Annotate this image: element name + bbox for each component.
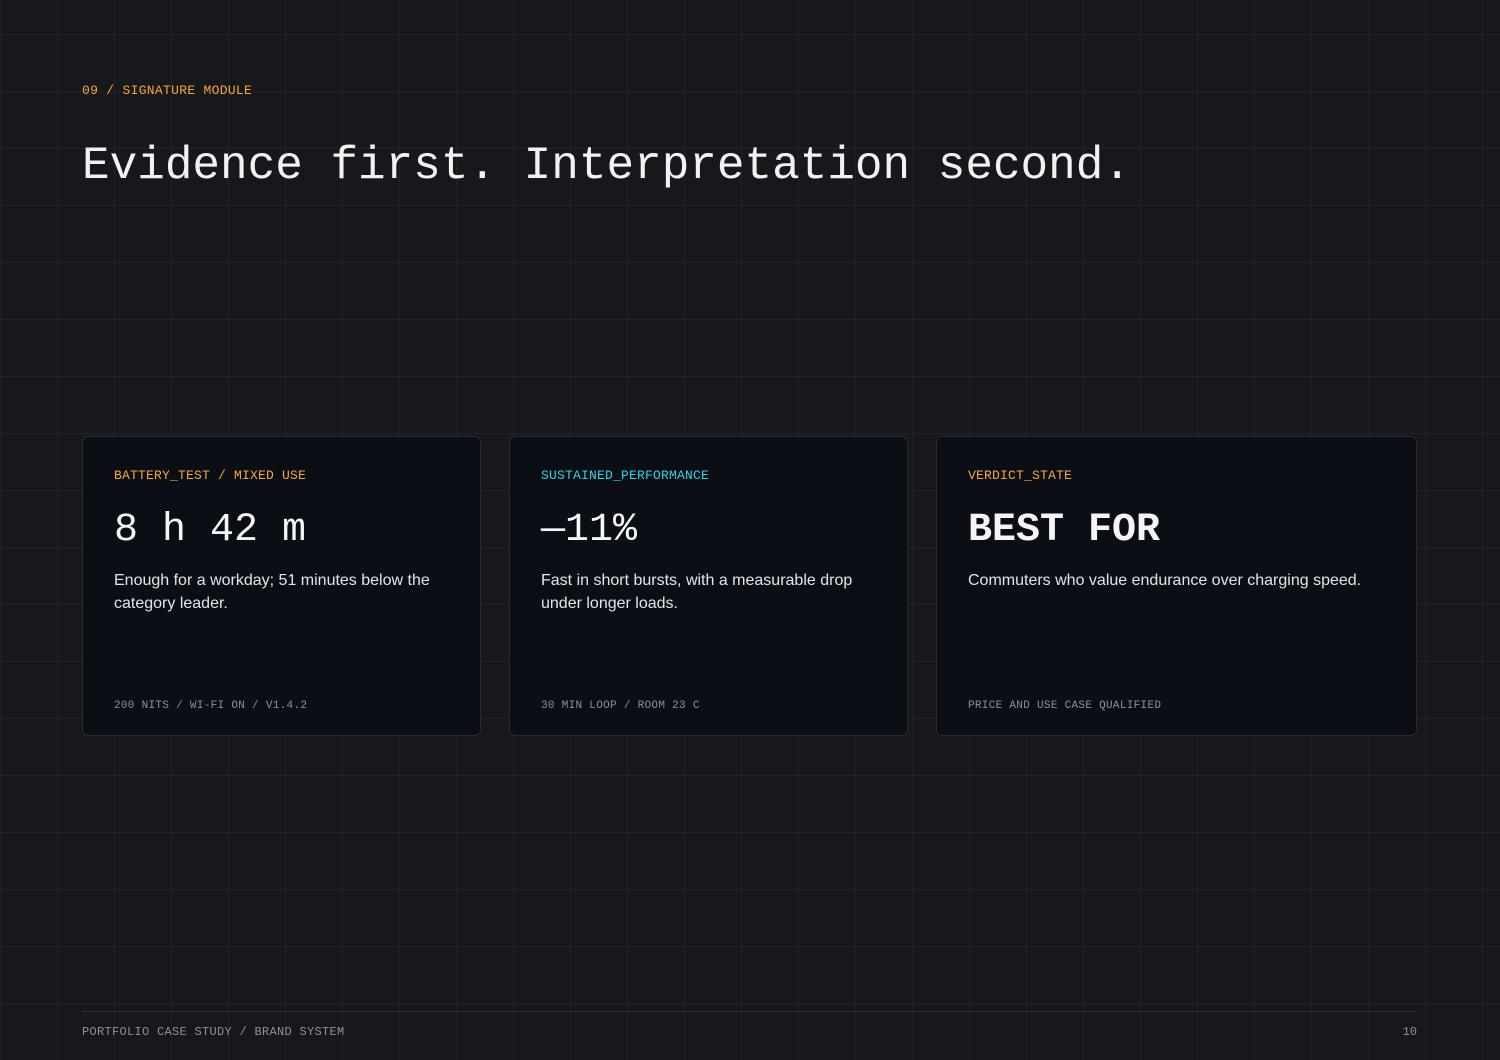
page-title: Evidence first. Interpretation second.: [82, 140, 1131, 192]
card-label: SUSTAINED_PERFORMANCE: [541, 468, 710, 483]
footer-caption: PORTFOLIO CASE STUDY / BRAND SYSTEM: [82, 1025, 345, 1039]
section-eyebrow: 09 / SIGNATURE MODULE: [82, 83, 253, 98]
verdict-state-card: VERDICT_STATE BEST FOR Commuters who val…: [936, 436, 1417, 736]
card-value: —11%: [541, 508, 638, 553]
card-description: Commuters who value endurance over charg…: [968, 572, 1362, 589]
card-label: BATTERY_TEST / MIXED USE: [114, 468, 307, 483]
card-value: 8 h 42 m: [114, 508, 307, 553]
card-meta: PRICE AND USE CASE QUALIFIED: [968, 700, 1162, 712]
footer-divider: [82, 1011, 1417, 1012]
card-description: Enough for a workday; 51 minutes below t…: [114, 572, 430, 612]
page-number: 10: [1402, 1025, 1417, 1039]
sustained-performance-card: SUSTAINED_PERFORMANCE —11% Fast in short…: [509, 436, 908, 736]
card-description: Fast in short bursts, with a measurable …: [541, 572, 853, 612]
card-label: VERDICT_STATE: [968, 468, 1073, 483]
card-meta: 200 NITS / WI-FI ON / V1.4.2: [114, 700, 308, 712]
card-meta: 30 MIN LOOP / ROOM 23 C: [541, 700, 700, 712]
card-value: BEST FOR: [968, 508, 1161, 553]
battery-test-card: BATTERY_TEST / MIXED USE 8 h 42 m Enough…: [82, 436, 481, 736]
